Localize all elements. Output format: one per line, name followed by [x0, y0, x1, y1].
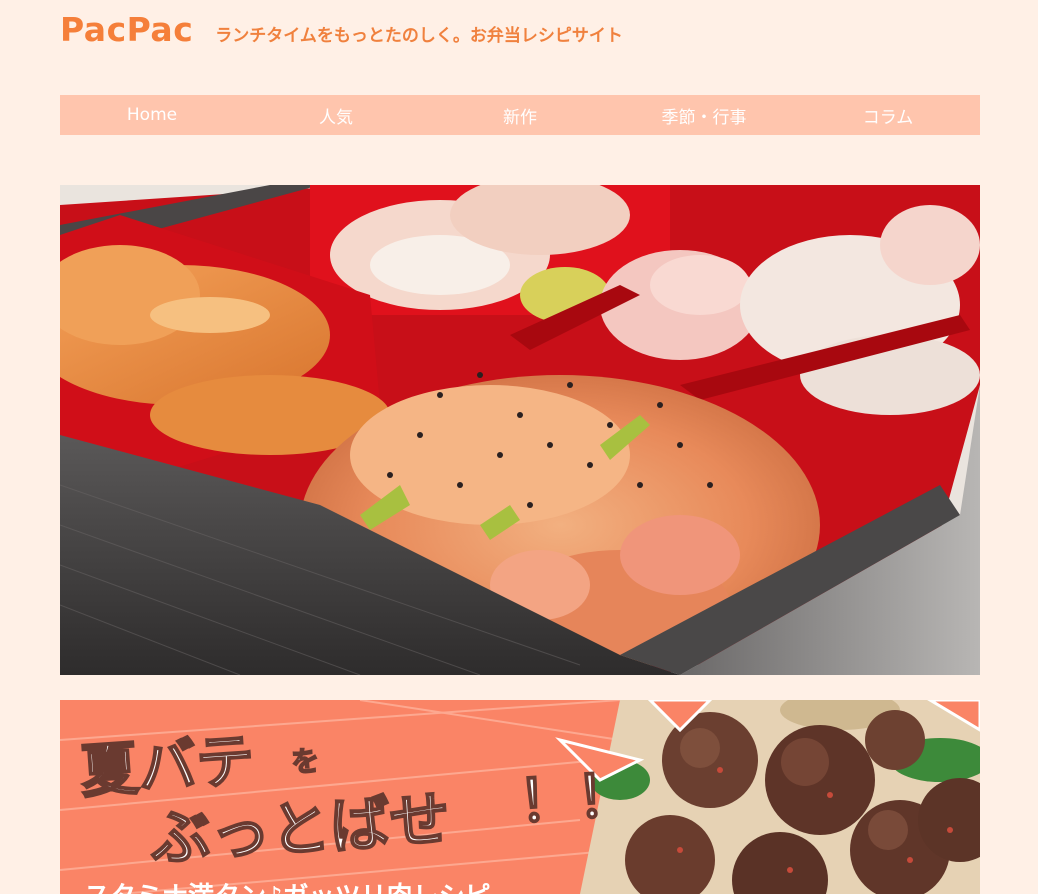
site-logo[interactable]: PacPac — [60, 10, 193, 49]
promo-banner[interactable]: 夏バテ を ぶっとばせ ！！ スタミナ満タン♪ガッツリ肉レシピ — [60, 700, 980, 894]
banner-line1-particle: を — [290, 744, 320, 779]
nav-item-popular[interactable]: 人気 — [244, 95, 428, 135]
nav-item-new[interactable]: 新作 — [428, 95, 612, 135]
banner-line2-excl: ！！ — [516, 760, 636, 836]
nav-item-seasonal[interactable]: 季節・行事 — [612, 95, 796, 135]
site-header: PacPac ランチタイムをもっとたのしく。お弁当レシピサイト — [60, 10, 623, 49]
nav-item-column[interactable]: コラム — [796, 95, 980, 135]
banner-subtitle: スタミナ満タン♪ガッツリ肉レシピ — [84, 882, 491, 894]
nav-item-home[interactable]: Home — [60, 95, 244, 135]
hero-image[interactable] — [60, 185, 980, 675]
main-nav: Home 人気 新作 季節・行事 コラム — [60, 95, 980, 135]
bento-box-photo — [60, 185, 980, 675]
site-tagline: ランチタイムをもっとたのしく。お弁当レシピサイト — [215, 26, 623, 46]
banner-line1-main: 夏バテ — [78, 726, 256, 806]
